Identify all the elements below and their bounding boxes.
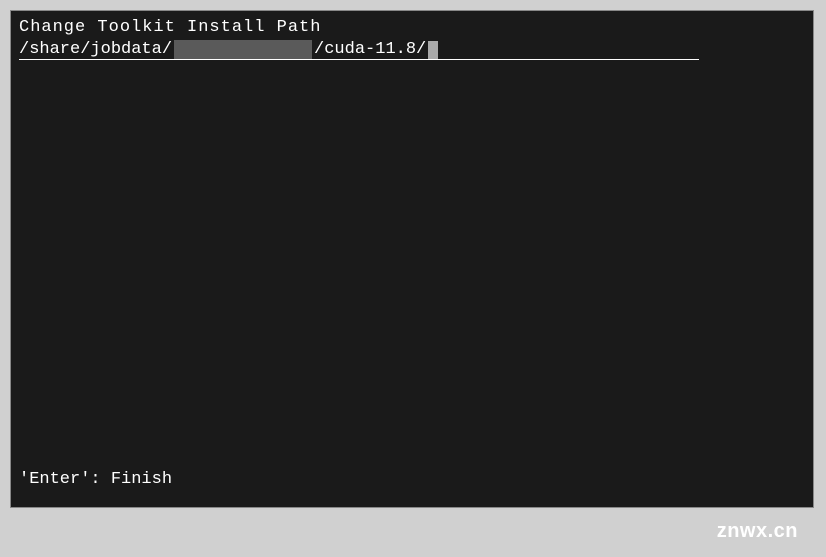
input-underline xyxy=(19,59,699,60)
footer-hint: 'Enter': Finish xyxy=(19,469,172,491)
redacted-segment xyxy=(174,40,312,60)
path-suffix: /cuda-11.8/ xyxy=(314,39,426,61)
path-prefix: /share/jobdata/ xyxy=(19,39,172,61)
dialog-title: Change Toolkit Install Path xyxy=(19,17,805,39)
terminal-window: Change Toolkit Install Path /share/jobda… xyxy=(10,10,814,508)
path-input-line[interactable]: /share/jobdata/ /cuda-11.8/ xyxy=(19,39,805,61)
watermark-text: znwx.cn xyxy=(717,520,798,543)
text-cursor xyxy=(428,41,438,59)
